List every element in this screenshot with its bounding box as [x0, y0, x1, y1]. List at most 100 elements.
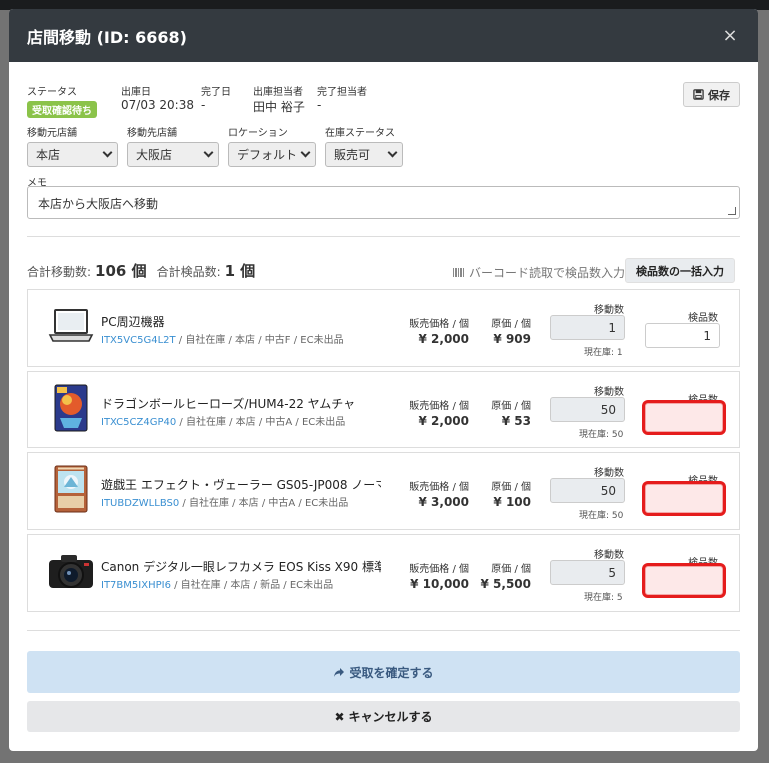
cost-value: ¥ 5,500 [480, 577, 531, 591]
cost: 原価 / 個 ¥ 53 [491, 397, 531, 428]
move-qty-label: 移動数 [594, 387, 624, 398]
item-code-link[interactable]: ITUBDZWLLBS0 [101, 498, 179, 509]
insp-qty-input[interactable] [645, 484, 723, 513]
status-label: ステータス [27, 87, 77, 98]
stock-count: 現在庫: 50 [579, 511, 624, 521]
list-item: PC周辺機器 ITX5VC5G4L2T / 自社在庫 / 本店 / 中古F / … [27, 289, 740, 367]
trading-card-icon [46, 384, 96, 432]
item-sub: IT7BM5IXHPI6 / 自社在庫 / 本店 / 新品 / EC未出品 [101, 576, 333, 591]
cost-value: ¥ 53 [501, 414, 531, 428]
chevron-down-icon [300, 147, 311, 158]
insp-qty-input[interactable] [645, 566, 723, 595]
item-code-link[interactable]: ITX5VC5G4L2T [101, 335, 176, 346]
from-store-label: 移動元店舗 [27, 128, 77, 139]
item-sub: ITXC5CZ4GP40 / 自社在庫 / 本店 / 中古A / EC未出品 [101, 413, 345, 428]
divider [27, 236, 740, 237]
store-transfer-modal: 店間移動 (ID: 6668) × ステータス 受取確認待ち 出庫日 07/03… [9, 9, 758, 751]
move-qty-label: 移動数 [594, 468, 624, 479]
move-qty-label: 移動数 [594, 305, 624, 316]
item-code-link[interactable]: ITXC5CZ4GP40 [101, 417, 176, 428]
cost-value: ¥ 100 [493, 495, 531, 509]
stock-count: 現在庫: 1 [584, 348, 623, 358]
cost-value: ¥ 909 [493, 332, 531, 346]
item-name: PC周辺機器 [101, 315, 165, 329]
barcode-label: バーコード読取で検品数入力 [469, 266, 626, 280]
stock-count: 現在庫: 50 [579, 430, 624, 440]
item-name: 遊戯王 エフェクト・ヴェーラー GS05-JP008 ノーマル ... [101, 478, 381, 492]
location-select[interactable]: デフォルト [228, 142, 316, 167]
total-move-label: 合計移動数: [27, 265, 92, 279]
totals: 合計移動数: 106 個 合計検品数: 1 個 [27, 260, 255, 281]
item-sub: ITX5VC5G4L2T / 自社在庫 / 本店 / 中古F / EC未出品 [101, 331, 344, 346]
chevron-down-icon [387, 147, 398, 158]
done-date-value: - [201, 98, 206, 112]
sale-price-label: 販売価格 / 個 [409, 564, 469, 575]
cancel-label: キャンセルする [348, 710, 433, 724]
cost-label: 原価 / 個 [491, 319, 531, 330]
modal-header: 店間移動 (ID: 6668) × [9, 9, 758, 62]
sale-price-value: ¥ 10,000 [410, 577, 469, 591]
floppy-disk-icon [693, 89, 704, 100]
barcode-hint: バーコード読取で検品数入力 [453, 264, 625, 281]
ship-date-label: 出庫日 [121, 87, 151, 98]
location-value: デフォルト [237, 148, 298, 162]
transfer-meta: ステータス 受取確認待ち 出庫日 07/03 20:38 完了日 - 出庫担当者… [27, 83, 387, 118]
insp-qty-label: 検品数 [688, 313, 718, 324]
move-qty-field: 50 [550, 397, 625, 422]
cost: 原価 / 個 ¥ 5,500 [481, 560, 531, 591]
save-button[interactable]: 保存 [683, 82, 740, 107]
total-insp-value: 1 個 [224, 262, 256, 280]
sale-price-value: ¥ 3,000 [418, 495, 469, 509]
item-tags: / 自社在庫 / 本店 / 中古A / EC未出品 [176, 417, 346, 428]
sale-price-label: 販売価格 / 個 [409, 401, 469, 412]
cost-label: 原価 / 個 [491, 482, 531, 493]
status-badge: 受取確認待ち [27, 101, 97, 118]
cost-label: 原価 / 個 [491, 401, 531, 412]
close-icon[interactable]: × [720, 25, 740, 46]
list-item: Canon デジタル一眼レフカメラ EOS Kiss X90 標準... IT7… [27, 534, 740, 612]
move-qty-label: 移動数 [594, 550, 624, 561]
resize-handle-icon[interactable] [728, 207, 736, 215]
from-store-select[interactable]: 本店 [27, 142, 118, 167]
barcode-icon [453, 268, 465, 277]
sale-price-label: 販売価格 / 個 [409, 482, 469, 493]
ship-date-value: 07/03 20:38 [121, 98, 194, 112]
move-qty-field: 5 [550, 560, 625, 585]
insp-qty-input[interactable]: 1 [645, 323, 720, 348]
cancel-button[interactable]: ✖ キャンセルする [27, 701, 740, 732]
item-name: ドラゴンボールヒーローズ/HUM4-22 ヤムチャ [101, 397, 356, 411]
list-item: ドラゴンボールヒーローズ/HUM4-22 ヤムチャ ITXC5CZ4GP40 /… [27, 371, 740, 448]
transfer-selects: 移動元店舗 本店 移動先店舗 大阪店 ロケーション デフォルト 在庫ステータス … [27, 124, 412, 167]
sale-price-value: ¥ 2,000 [418, 332, 469, 346]
sale-price-value: ¥ 2,000 [418, 414, 469, 428]
sale-price-label: 販売価格 / 個 [409, 319, 469, 330]
sale-price: 販売価格 / 個 ¥ 3,000 [409, 478, 469, 509]
insp-qty-input[interactable] [645, 403, 723, 432]
confirm-receipt-button[interactable]: 受取を確定する [27, 651, 740, 693]
to-store-select[interactable]: 大阪店 [127, 142, 219, 167]
item-tags: / 自社在庫 / 本店 / 新品 / EC未出品 [170, 580, 334, 591]
move-qty-field: 50 [550, 478, 625, 503]
move-qty-field: 1 [550, 315, 625, 340]
done-date-label: 完了日 [201, 87, 231, 98]
list-item: 遊戯王 エフェクト・ヴェーラー GS05-JP008 ノーマル ... ITUB… [27, 452, 740, 530]
chevron-down-icon [102, 147, 113, 158]
stock-status-select[interactable]: 販売可 [325, 142, 403, 167]
to-store-value: 大阪店 [136, 148, 173, 162]
memo-textarea[interactable]: 本店から大阪店へ移動 [27, 186, 740, 219]
to-store-label: 移動先店舗 [127, 128, 177, 139]
bulk-inspection-button[interactable]: 検品数の一括入力 [625, 258, 735, 283]
done-person-label: 完了担当者 [317, 87, 367, 98]
total-move-value: 106 個 [95, 262, 147, 280]
chevron-down-icon [203, 147, 214, 158]
cost: 原価 / 個 ¥ 100 [491, 478, 531, 509]
item-code-link[interactable]: IT7BM5IXHPI6 [101, 580, 171, 591]
yugioh-card-icon [46, 465, 96, 513]
sale-price: 販売価格 / 個 ¥ 2,000 [409, 397, 469, 428]
done-person-value: - [317, 98, 322, 112]
laptop-icon [46, 304, 96, 348]
stock-count: 現在庫: 5 [584, 593, 623, 603]
item-tags: / 自社在庫 / 本店 / 中古A / EC未出品 [179, 498, 349, 509]
cost: 原価 / 個 ¥ 909 [491, 315, 531, 346]
modal-title: 店間移動 (ID: 6668) [27, 27, 187, 47]
